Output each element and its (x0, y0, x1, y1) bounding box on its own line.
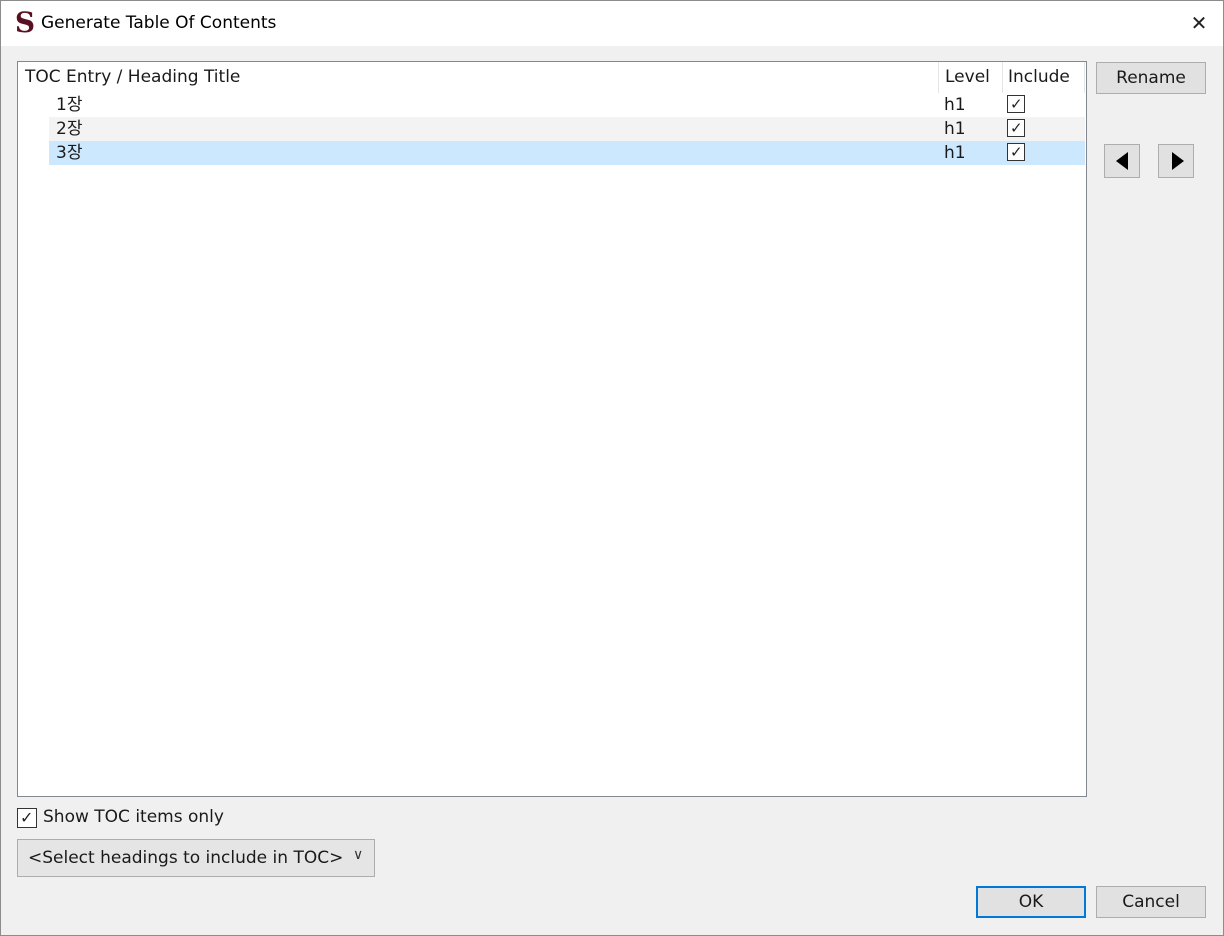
row-title: 1장 (56, 95, 83, 115)
move-right-button[interactable] (1158, 144, 1194, 178)
headings-select-value: <Select headings to include in TOC> (28, 848, 344, 868)
move-left-button[interactable] (1104, 144, 1140, 178)
arrow-right-icon (1172, 152, 1184, 170)
row-title: 2장 (56, 119, 83, 139)
table-row-selected[interactable]: 3장 h1 ✓ (49, 141, 1085, 165)
rename-button[interactable]: Rename (1096, 62, 1206, 94)
check-icon: ✓ (1010, 95, 1023, 113)
app-logo-icon: S (14, 6, 36, 39)
title-bar: S Generate Table Of Contents ✕ (0, 0, 1224, 46)
row-title: 3장 (56, 143, 83, 163)
row-level: h1 (944, 143, 966, 163)
show-toc-only-label[interactable]: Show TOC items only (43, 807, 224, 827)
toc-list[interactable]: TOC Entry / Heading Title Level Include … (17, 61, 1087, 797)
close-button[interactable]: ✕ (1176, 0, 1222, 46)
row-level: h1 (944, 119, 966, 139)
ok-button[interactable]: OK (976, 886, 1086, 918)
check-icon: ✓ (1010, 143, 1023, 161)
column-header-include[interactable]: Include (1003, 62, 1085, 93)
show-toc-only-checkbox[interactable]: ✓ (17, 808, 37, 828)
include-checkbox[interactable]: ✓ (1007, 143, 1025, 161)
column-header-level[interactable]: Level (939, 62, 1003, 93)
headings-select[interactable]: <Select headings to include in TOC> ∨ (17, 839, 375, 877)
table-row[interactable]: 2장 h1 ✓ (49, 117, 1085, 141)
row-level: h1 (944, 95, 966, 115)
check-icon: ✓ (1010, 119, 1023, 137)
arrow-left-icon (1116, 152, 1128, 170)
table-row[interactable]: 1장 h1 ✓ (49, 93, 1085, 117)
include-checkbox[interactable]: ✓ (1007, 119, 1025, 137)
column-header-title[interactable]: TOC Entry / Heading Title (18, 62, 939, 93)
window-title: Generate Table Of Contents (41, 13, 277, 33)
cancel-button[interactable]: Cancel (1096, 886, 1206, 918)
chevron-down-icon: ∨ (353, 847, 364, 863)
include-checkbox[interactable]: ✓ (1007, 95, 1025, 113)
check-icon: ✓ (20, 808, 34, 827)
